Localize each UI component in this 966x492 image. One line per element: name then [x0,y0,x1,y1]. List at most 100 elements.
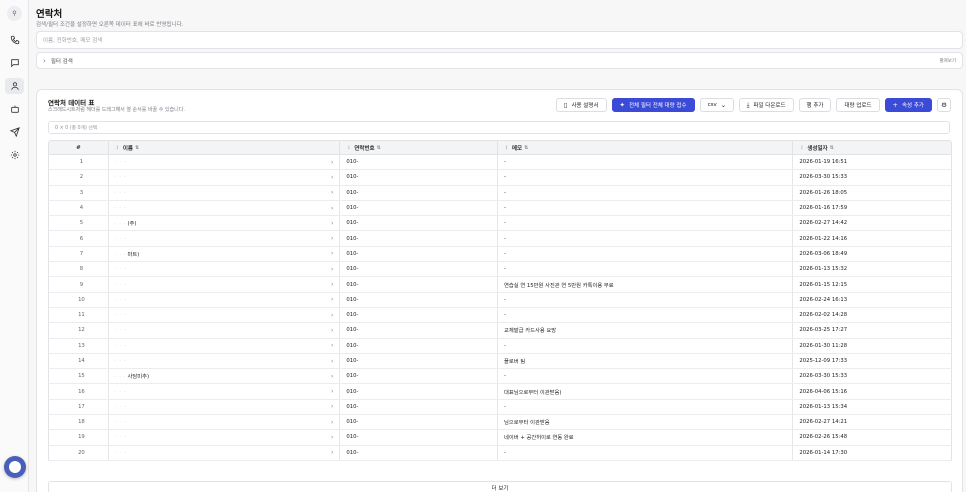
chevron-right-icon[interactable]: › [331,266,333,273]
memo-cell[interactable]: - [498,231,794,246]
phone-cell[interactable]: 010- [340,338,499,353]
drag-handle-icon[interactable]: ⋮ [115,145,120,151]
sort-icon[interactable]: ⇅ [135,145,139,151]
drag-handle-icon[interactable]: ⋮ [346,145,351,151]
chevron-right-icon[interactable]: › [331,189,333,196]
chevron-right-icon[interactable]: › [331,449,333,456]
gear-icon[interactable] [5,147,24,163]
table-row[interactable]: 3 · · · › 010- -2026-01-26 18:05 [48,185,952,201]
phone-cell[interactable]: 010- [340,170,499,185]
chevron-right-icon[interactable]: › [331,358,333,365]
table-row[interactable]: 9 · · · › 010- 연습실 연 15만원 사진관 연 5만원 카톡이용 무료… [48,277,952,293]
date-cell[interactable]: 2026-02-26 15:48 [793,430,951,444]
column-header-memo[interactable]: ⋮ 메모 ⇅ [498,141,794,154]
name-cell[interactable]: · · · (주) › [109,216,341,231]
memo-cell[interactable]: - [498,292,794,307]
chevron-right-icon[interactable]: › [331,250,333,257]
name-cell[interactable]: · · · › [109,292,341,307]
date-cell[interactable]: 2026-01-19 16:51 [793,155,951,169]
date-cell[interactable]: 2025-12-09 17:33 [793,354,951,368]
name-cell[interactable]: · · · › [109,338,341,353]
memo-cell[interactable]: 님으로부터 이관받음 [498,415,794,430]
memo-cell[interactable]: 연습실 연 15만원 사진관 연 5만원 카톡이용 무료 [498,277,794,292]
phone-cell[interactable]: 010- [340,384,499,399]
memo-cell[interactable]: 교체발급 카드사용 요망 [498,323,794,338]
memo-cell[interactable]: - [498,185,794,200]
phone-cell[interactable]: 010- [340,369,499,384]
phone-cell[interactable]: 010- [340,307,499,323]
name-cell[interactable]: · · · › [109,384,341,399]
table-row[interactable]: 15 · · · 사담미추) › 010- -2026-03-30 15:33 [48,369,952,385]
table-row[interactable]: 7 · · · 마트) › 010- -2026-03-06 18:49 [48,246,952,263]
table-row[interactable]: 14 · · · › 010- 플로버 팀 2025-12-09 17:33 [48,353,952,370]
date-cell[interactable]: 2026-04-06 15:16 [793,384,951,398]
phone-cell[interactable]: 010- [340,323,499,338]
phone-cell[interactable]: 010- [340,277,499,292]
phone-cell[interactable]: 010- [340,399,499,415]
phone-cell[interactable]: 010- [340,353,499,369]
chevron-right-icon[interactable]: › [331,312,333,319]
name-cell[interactable]: · · · › [109,200,341,216]
date-cell[interactable]: 2026-01-15 12:15 [793,277,951,291]
chevron-right-icon[interactable]: › [331,373,333,380]
date-cell[interactable]: 2026-01-13 15:34 [793,400,951,414]
table-row[interactable]: 17 · · · › 010- -2026-01-13 15:34 [48,399,952,416]
filter-expand-link[interactable]: 펼쳐보기 [939,58,956,64]
column-header-name[interactable]: ⋮ 이름 ⇅ [109,141,341,154]
chevron-right-icon[interactable]: › [331,419,333,426]
phone-cell[interactable]: 010- [340,430,499,445]
memo-cell[interactable]: - [498,200,794,216]
name-cell[interactable]: · · · › [109,155,341,170]
name-cell[interactable]: · · · › [109,262,341,277]
memo-cell[interactable]: - [498,338,794,353]
date-cell[interactable]: 2026-01-14 17:30 [793,446,951,460]
phone-cell[interactable]: 010- [340,216,499,231]
chevron-right-icon[interactable]: › [331,342,333,349]
table-row[interactable]: 1 · · · › 010- -2026-01-19 16:51 [48,155,952,171]
date-cell[interactable]: 2026-03-30 15:33 [793,369,951,383]
memo-cell[interactable]: 플로버 팀 [498,353,794,369]
date-cell[interactable]: 2026-02-24 16:13 [793,293,951,307]
table-row[interactable]: 4 · · · › 010- -2026-01-16 17:59 [48,200,952,217]
date-cell[interactable]: 2026-01-22 14:16 [793,231,951,245]
name-cell[interactable]: · · · › [109,170,341,185]
table-row[interactable]: 16 · · · › 010- 대표님으로부터 이관받음) 2026-04-06 15:… [48,384,952,400]
name-cell[interactable]: · · · › [109,323,341,338]
date-cell[interactable]: 2026-01-30 11:28 [793,339,951,353]
table-row[interactable]: 10 · · · › 010- -2026-02-24 16:13 [48,292,952,308]
sort-icon[interactable]: ⇅ [830,145,834,151]
sort-icon[interactable]: ⇅ [377,145,381,151]
chevron-right-icon[interactable]: › [331,205,333,212]
memo-cell[interactable]: - [498,445,794,460]
drag-handle-icon[interactable]: ⋮ [799,145,804,151]
chevron-right-icon[interactable]: › [331,159,333,166]
sort-icon[interactable]: ⇅ [524,145,528,151]
add-attribute-button[interactable]: + 속성 추가 [884,98,932,112]
name-cell[interactable]: · · · › [109,277,341,292]
add-row-button[interactable]: 행 추가 [798,98,832,112]
chevron-right-icon[interactable]: › [331,434,333,441]
date-cell[interactable]: 2026-01-26 18:05 [793,186,951,200]
memo-cell[interactable]: - [498,216,794,231]
memo-cell[interactable]: - [498,369,794,384]
download-button[interactable]: ⤓ 파일 다운로드 [738,98,794,112]
date-cell[interactable]: 2026-01-16 17:59 [793,201,951,215]
filter-toggle[interactable]: › 필터 검색 펼쳐보기 [36,52,963,69]
name-cell[interactable]: · · · 사담미추) › [109,369,341,384]
drag-handle-icon[interactable]: ⋮ [504,145,509,151]
column-header-phone[interactable]: ⋮ 연락번호 ⇅ [340,141,498,154]
date-cell[interactable]: 2026-02-27 14:21 [793,415,951,429]
memo-cell[interactable]: - [498,399,794,415]
memo-cell[interactable]: - [498,307,794,323]
memo-cell[interactable]: - [498,170,794,185]
format-select[interactable]: csv ⌄ [699,98,734,112]
chevron-right-icon[interactable]: › [331,296,333,303]
robot-icon[interactable] [5,101,24,117]
chevron-right-icon[interactable]: › [331,281,333,288]
date-cell[interactable]: 2026-03-25 17:27 [793,323,951,337]
phone-icon[interactable] [5,32,24,48]
table-row[interactable]: 2 · · · › 010- -2026-03-30 15:33 [48,170,952,186]
name-cell[interactable]: · · · › [109,399,341,415]
phone-cell[interactable]: 010- [340,415,499,430]
table-row[interactable]: 12 · · · › 010- 교체발급 카드사용 요망 2026-03-25 17:2… [48,323,952,339]
